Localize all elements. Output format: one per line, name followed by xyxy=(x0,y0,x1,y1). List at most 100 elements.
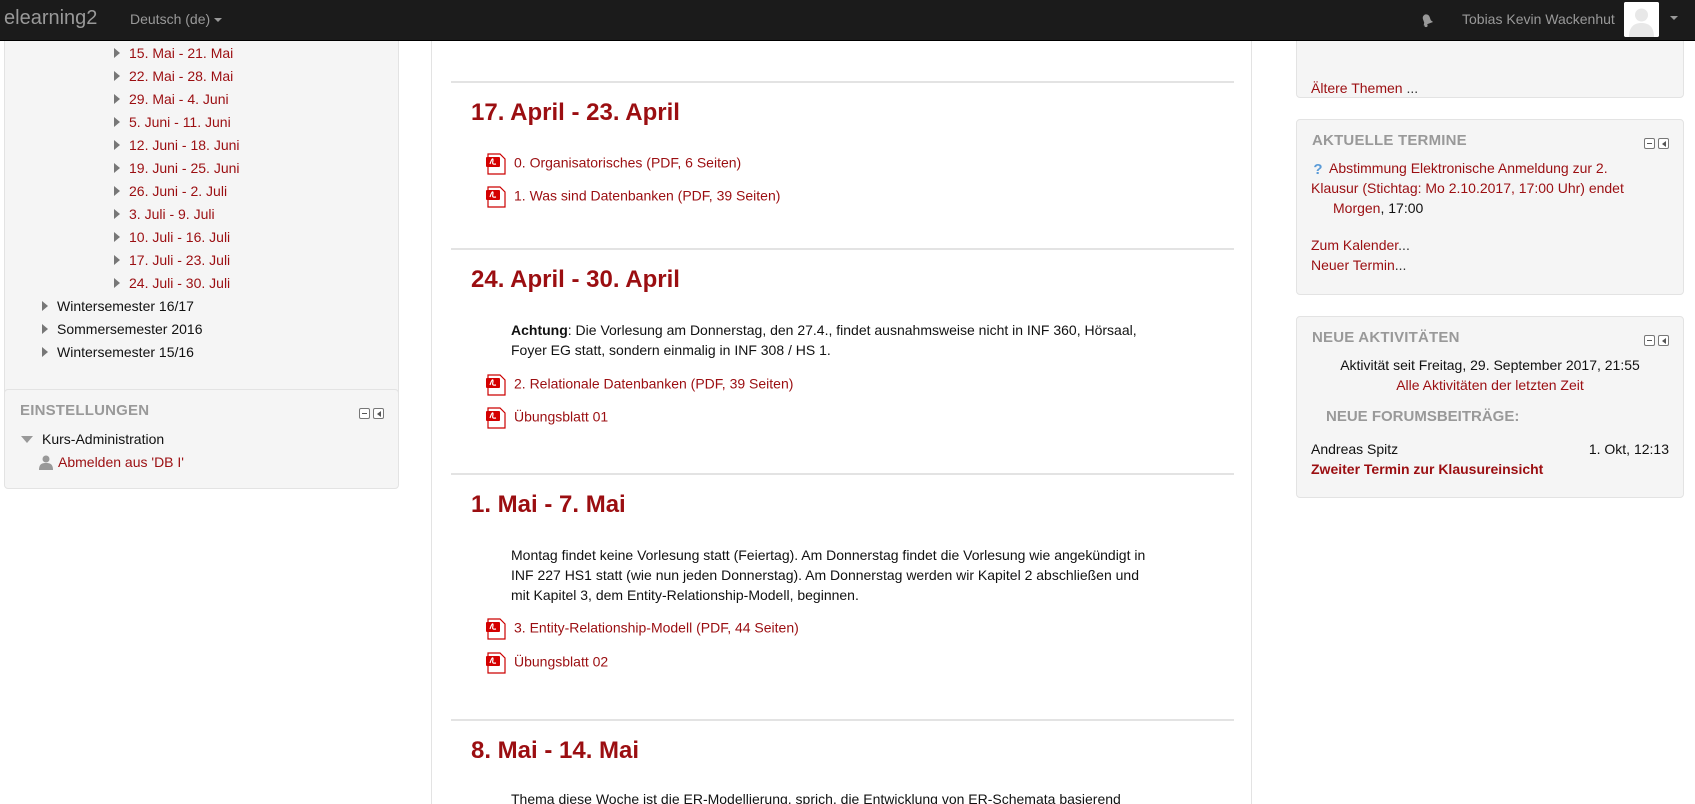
semester-label[interactable]: Wintersemester 16/17 xyxy=(57,298,194,314)
new-event-link[interactable]: Neuer Termin xyxy=(1311,257,1395,273)
older-topics-link[interactable]: Ältere Themen xyxy=(1311,80,1403,96)
week-link[interactable]: 19. Juni - 25. Juni xyxy=(129,160,240,176)
dock-icon[interactable] xyxy=(1658,335,1669,346)
top-navbar: elearning2 Deutsch (de) Tobias Kevin Wac… xyxy=(0,0,1695,41)
event-line-2[interactable]: Klausur (Stichtag: Mo 2.10.2017, 17:00 U… xyxy=(1311,178,1624,198)
chevron-down-icon xyxy=(214,18,223,23)
course-content: 17. April - 23. April 0. Organisatorisch… xyxy=(431,41,1252,804)
tree-week-item[interactable]: 3. Juli - 9. Juli xyxy=(114,205,215,223)
minimize-icon[interactable] xyxy=(1644,335,1655,346)
pdf-icon xyxy=(486,186,506,208)
activity-item[interactable]: Übungsblatt 02 xyxy=(486,652,608,674)
semester-label[interactable]: Sommersemester 2016 xyxy=(57,321,203,337)
block-controls xyxy=(1641,136,1669,152)
expand-arrow-icon xyxy=(114,163,120,174)
tree-week-item[interactable]: 12. Juni - 18. Juni xyxy=(114,136,240,154)
post-date: 1. Okt, 12:13 xyxy=(1588,441,1669,457)
activity-link[interactable]: 2. Relationale Datenbanken (PDF, 39 Seit… xyxy=(514,376,793,392)
events-block: AKTUELLE TERMINE ? Abstimmung Elektronis… xyxy=(1296,119,1684,295)
event-date-link[interactable]: Morgen xyxy=(1333,200,1380,216)
new-event-line: Neuer Termin... xyxy=(1311,255,1406,275)
unenrol-link[interactable]: Abmelden aus 'DB I' xyxy=(58,454,184,470)
week-link[interactable]: 26. Juni - 2. Juli xyxy=(129,183,227,199)
week-link[interactable]: 29. Mai - 4. Juni xyxy=(129,91,229,107)
tree-semester-item[interactable]: Wintersemester 16/17 xyxy=(42,297,194,315)
calendar-link[interactable]: Zum Kalender xyxy=(1311,237,1398,253)
unenrol-item[interactable]: Abmelden aus 'DB I' xyxy=(38,453,184,471)
tree-week-item[interactable]: 19. Juni - 25. Juni xyxy=(114,159,240,177)
activity-link[interactable]: Übungsblatt 01 xyxy=(514,409,608,425)
activity-item[interactable]: 2. Relationale Datenbanken (PDF, 39 Seit… xyxy=(486,374,793,396)
activity-link[interactable]: 0. Organisatorisches (PDF, 6 Seiten) xyxy=(514,155,741,171)
week-link[interactable]: 22. Mai - 28. Mai xyxy=(129,68,233,84)
older-topics-block: Ältere Themen ... xyxy=(1296,31,1684,98)
avatar[interactable] xyxy=(1624,2,1659,37)
pdf-icon xyxy=(486,652,506,674)
activity-block-title: NEUE AKTIVITÄTEN xyxy=(1312,329,1460,346)
minimize-icon[interactable] xyxy=(1644,138,1655,149)
course-section: 24. April - 30. April Achtung: Die Vorle… xyxy=(451,248,1234,472)
post-title-link[interactable]: Zweiter Termin zur Klausureinsicht xyxy=(1311,461,1543,477)
section-title[interactable]: 8. Mai - 14. Mai xyxy=(471,737,639,765)
week-link[interactable]: 12. Juni - 18. Juni xyxy=(129,137,240,153)
tree-week-item[interactable]: 22. Mai - 28. Mai xyxy=(114,67,233,85)
dock-icon[interactable] xyxy=(1658,138,1669,149)
expand-arrow-icon xyxy=(114,117,120,128)
all-activity-link[interactable]: Alle Aktivitäten der letzten Zeit xyxy=(1396,377,1584,393)
user-icon xyxy=(39,455,53,470)
activity-item[interactable]: 0. Organisatorisches (PDF, 6 Seiten) xyxy=(486,153,741,175)
dock-icon[interactable] xyxy=(373,408,384,419)
activity-item[interactable]: 3. Entity-Relationship-Modell (PDF, 44 S… xyxy=(486,618,799,640)
section-title[interactable]: 17. April - 23. April xyxy=(471,99,680,127)
semester-label[interactable]: Wintersemester 15/16 xyxy=(57,344,194,360)
language-menu[interactable]: Deutsch (de) xyxy=(130,11,223,27)
language-label: Deutsch (de) xyxy=(130,11,211,27)
pdf-icon xyxy=(486,374,506,396)
tree-course-admin[interactable]: Kurs-Administration xyxy=(21,430,164,448)
tree-week-item[interactable]: 24. Juli - 30. Juli xyxy=(114,274,230,292)
course-section: 8. Mai - 14. Mai Thema diese Woche ist d… xyxy=(451,719,1234,804)
tree-week-item[interactable]: 26. Juni - 2. Juli xyxy=(114,182,227,200)
activity-link[interactable]: Übungsblatt 02 xyxy=(514,654,608,670)
user-menu-chevron-down-icon[interactable] xyxy=(1670,16,1678,20)
week-link[interactable]: 15. Mai - 21. Mai xyxy=(129,45,233,61)
course-admin-label[interactable]: Kurs-Administration xyxy=(42,431,164,447)
event-link-part-1[interactable]: Abstimmung Elektronische Anmeldung zur 2… xyxy=(1329,160,1608,176)
older-topics-line: Ältere Themen ... xyxy=(1311,78,1418,98)
tree-week-item[interactable]: 29. Mai - 4. Juni xyxy=(114,90,229,108)
expand-arrow-icon xyxy=(114,232,120,243)
expand-arrow-icon xyxy=(42,347,48,358)
user-name-label[interactable]: Tobias Kevin Wackenhut xyxy=(1462,11,1615,27)
activity-link[interactable]: 1. Was sind Datenbanken (PDF, 39 Seiten) xyxy=(514,188,780,204)
question-icon: ? xyxy=(1313,161,1322,178)
summary-text: : Die Vorlesung am Donnerstag, den 27.4.… xyxy=(511,322,1137,358)
activity-since: Aktivität seit Freitag, 29. September 20… xyxy=(1340,357,1640,373)
tree-week-item[interactable]: 5. Juni - 11. Juni xyxy=(114,113,231,131)
tree-semester-item[interactable]: Sommersemester 2016 xyxy=(42,320,203,338)
section-title[interactable]: 1. Mai - 7. Mai xyxy=(471,491,626,519)
tree-week-item[interactable]: 17. Juli - 23. Juli xyxy=(114,251,230,269)
notification-bell-icon[interactable] xyxy=(1416,9,1438,31)
site-brand-link[interactable]: elearning2 xyxy=(4,7,97,30)
recent-activity-block: NEUE AKTIVITÄTEN Aktivität seit Freitag,… xyxy=(1296,316,1684,498)
week-link[interactable]: 3. Juli - 9. Juli xyxy=(129,206,215,222)
event-link-part-2[interactable]: Klausur (Stichtag: Mo 2.10.2017, 17:00 U… xyxy=(1311,180,1624,196)
week-link[interactable]: 10. Juli - 16. Juli xyxy=(129,229,230,245)
expand-arrow-icon xyxy=(42,324,48,335)
week-link[interactable]: 17. Juli - 23. Juli xyxy=(129,252,230,268)
ellipsis: ... xyxy=(1394,257,1407,273)
activity-link[interactable]: 3. Entity-Relationship-Modell (PDF, 44 S… xyxy=(514,620,799,636)
post-author: Andreas Spitz xyxy=(1311,441,1399,457)
expand-arrow-icon xyxy=(42,301,48,312)
week-link[interactable]: 5. Juni - 11. Juni xyxy=(129,114,231,130)
tree-week-item[interactable]: 15. Mai - 21. Mai xyxy=(114,44,233,62)
activity-item[interactable]: Übungsblatt 01 xyxy=(486,407,608,429)
section-title[interactable]: 24. April - 30. April xyxy=(471,266,680,294)
week-link[interactable]: 24. Juli - 30. Juli xyxy=(129,275,230,291)
section-summary: Montag findet keine Vorlesung statt (Fei… xyxy=(511,545,1161,605)
minimize-icon[interactable] xyxy=(359,408,370,419)
tree-week-item[interactable]: 10. Juli - 16. Juli xyxy=(114,228,230,246)
event-line-1[interactable]: ? Abstimmung Elektronische Anmeldung zur… xyxy=(1311,158,1608,178)
activity-item[interactable]: 1. Was sind Datenbanken (PDF, 39 Seiten) xyxy=(486,186,780,208)
tree-semester-item[interactable]: Wintersemester 15/16 xyxy=(42,343,194,361)
